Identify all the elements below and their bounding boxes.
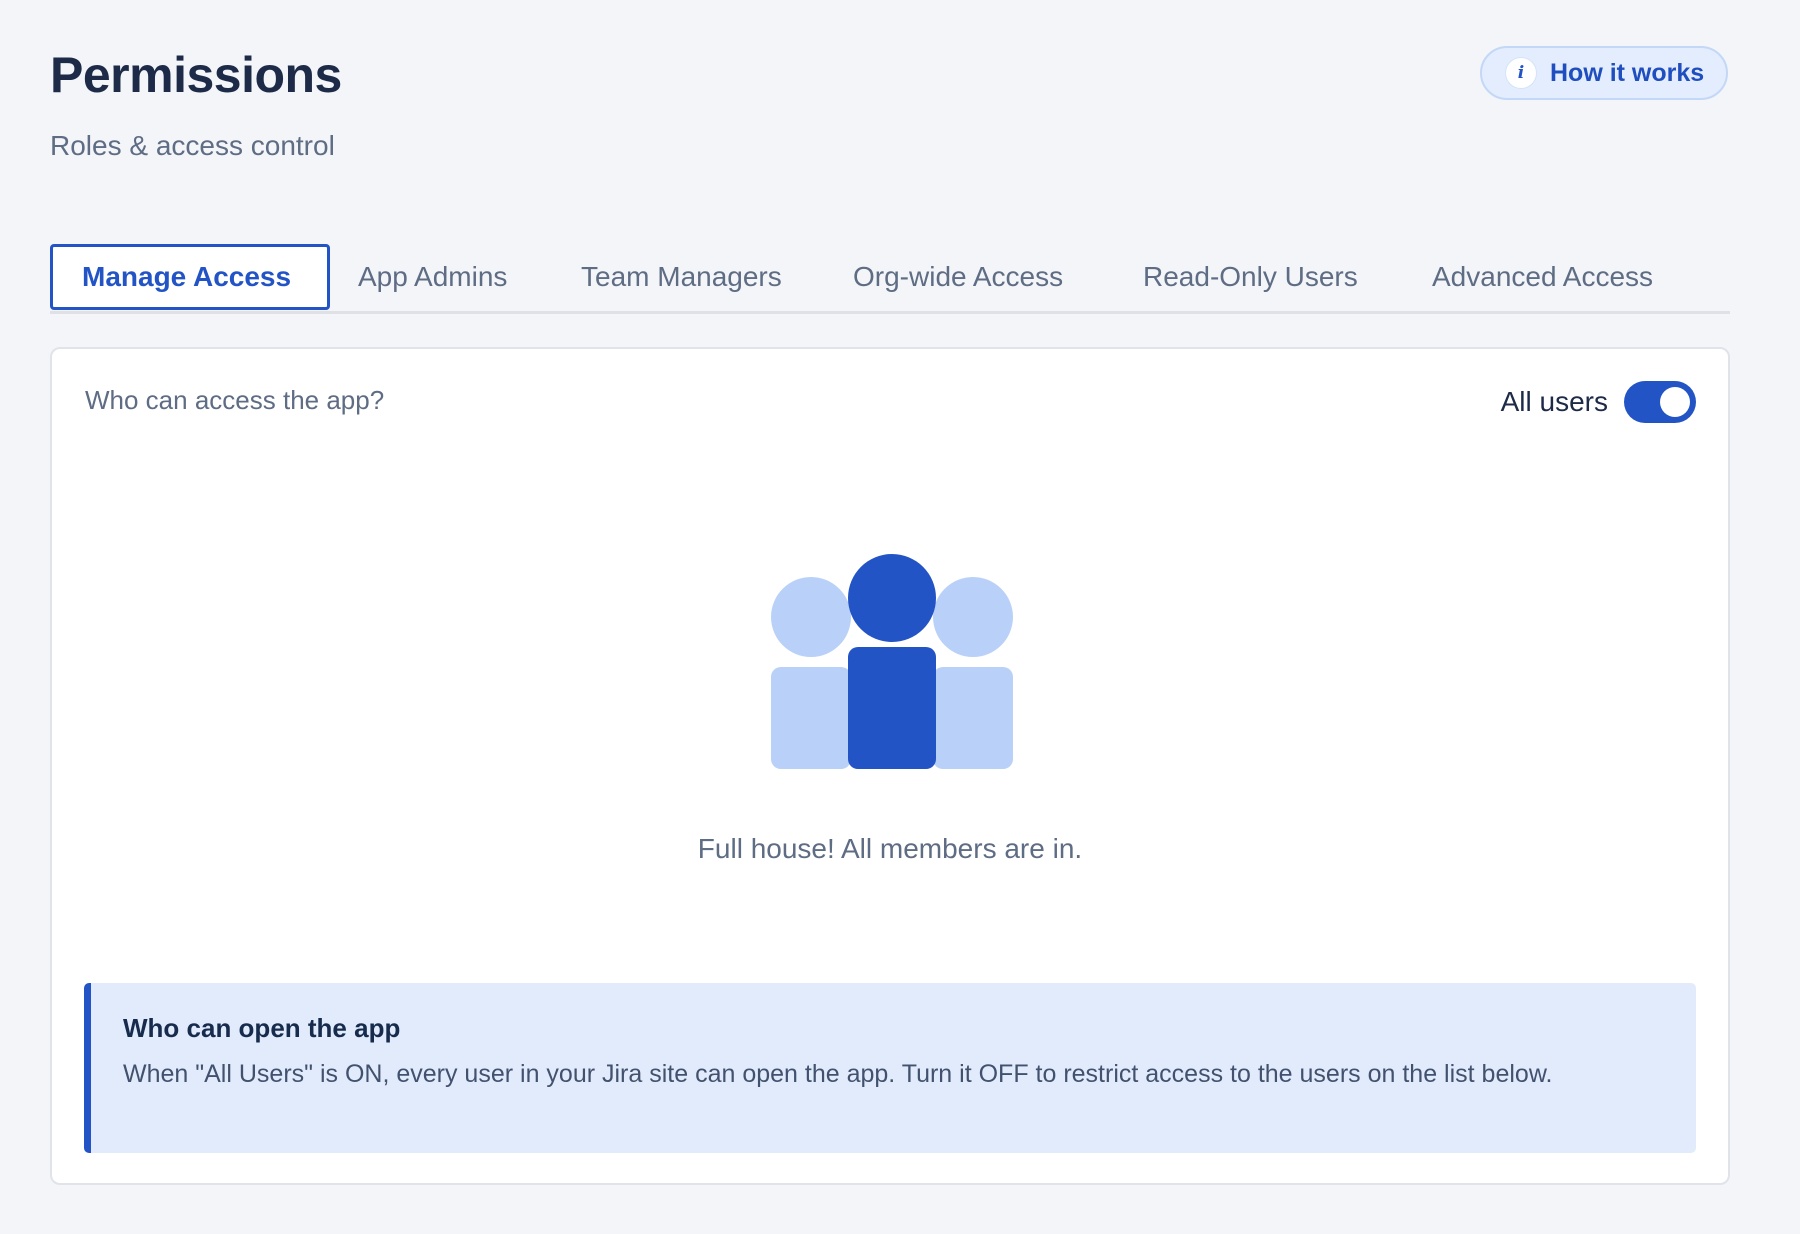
tab-advanced-access[interactable]: Advanced Access xyxy=(1432,244,1653,310)
manage-access-card: Who can access the app? All users Full h… xyxy=(50,347,1730,1185)
access-question: Who can access the app? xyxy=(85,385,385,415)
all-users-label: All users xyxy=(1500,386,1608,417)
info-panel-title: Who can open the app xyxy=(123,1013,401,1043)
info-icon: i xyxy=(1506,58,1536,88)
all-users-toggle-group: All users xyxy=(1501,381,1696,423)
page-subtitle: Roles & access control xyxy=(50,130,335,161)
permissions-page: Permissions Roles & access control i How… xyxy=(0,0,1800,1234)
info-panel: Who can open the app When "All Users" is… xyxy=(84,983,1696,1153)
user-right-head xyxy=(933,577,1013,657)
how-it-works-button[interactable]: i How it works xyxy=(1480,46,1728,100)
toggle-knob xyxy=(1660,387,1690,417)
user-center-head xyxy=(848,554,936,642)
user-left-head xyxy=(771,577,851,657)
tab-read-only-users[interactable]: Read-Only Users xyxy=(1143,244,1358,310)
all-users-toggle[interactable] xyxy=(1624,381,1696,423)
tab-org-wide-access[interactable]: Org-wide Access xyxy=(853,244,1063,310)
tab-app-admins[interactable]: App Admins xyxy=(358,244,507,310)
user-left-body xyxy=(771,667,851,769)
page-title: Permissions xyxy=(50,47,342,103)
info-panel-text: When "All Users" is ON, every user in yo… xyxy=(123,1060,1553,1088)
how-it-works-label: How it works xyxy=(1550,58,1705,87)
user-center-body xyxy=(848,647,936,769)
user-right-body xyxy=(933,667,1013,769)
empty-state-message: Full house! All members are in. xyxy=(697,833,1083,864)
tab-team-managers[interactable]: Team Managers xyxy=(581,244,782,310)
tab-bar: Manage Access App Admins Team Managers O… xyxy=(50,244,1730,314)
tab-manage-access[interactable]: Manage Access xyxy=(50,244,330,310)
tab-bar-divider xyxy=(50,311,1730,314)
users-group-icon xyxy=(771,554,1013,769)
